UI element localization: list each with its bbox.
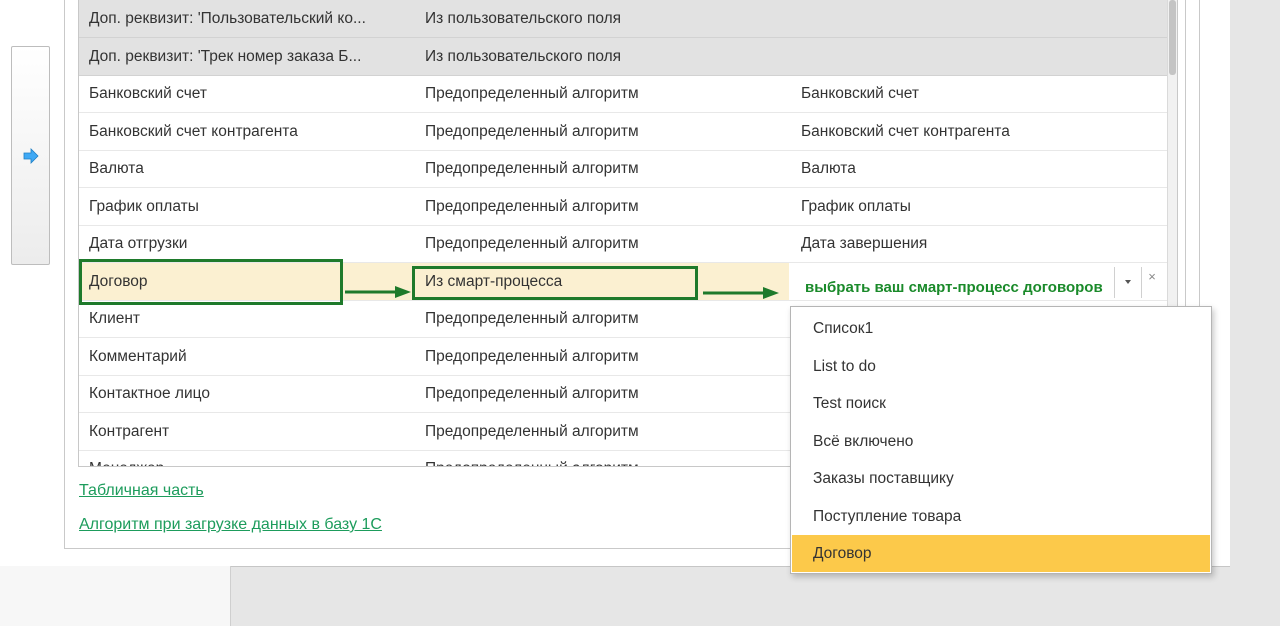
- triangle-down-icon: [1125, 279, 1131, 284]
- source-cell: Предопределенный алгоритм: [425, 160, 639, 177]
- table-row[interactable]: Дата отгрузки Предопределенный алгоритм Да…: [79, 225, 1168, 263]
- source-cell: Предопределенный алгоритм: [425, 385, 639, 402]
- table-row[interactable]: Банковский счет контрагента Предопределен…: [79, 113, 1168, 151]
- arrow-right-icon: [23, 147, 39, 164]
- source-cell: Предопределенный алгоритм: [425, 347, 639, 365]
- source-cell: Предопределенный алгоритм: [425, 197, 639, 215]
- field-cell: Валюта: [89, 160, 144, 177]
- dropdown-option[interactable]: Заказы поставщику: [792, 460, 1210, 497]
- dropdown-option[interactable]: Всё включено: [792, 423, 1210, 460]
- annotation-arrow-1: [345, 286, 411, 298]
- value-cell: Валюта: [801, 160, 856, 177]
- table-row[interactable]: Доп. реквизит: 'Пользовательский ко... Из…: [79, 0, 1168, 38]
- value-cell: [801, 38, 1161, 75]
- source-cell: Из пользовательского поля: [425, 10, 622, 27]
- field-cell: Контактное лицо: [89, 385, 210, 402]
- scrollbar-thumb[interactable]: [1169, 0, 1176, 75]
- dropdown-button[interactable]: [1114, 266, 1142, 298]
- field-cell: Комментарий: [89, 347, 187, 365]
- move-right-button[interactable]: [11, 46, 50, 265]
- clear-icon[interactable]: ×: [1145, 269, 1159, 284]
- smart-process-dropdown: Список1 List to do Test поиск Всё включено З…: [790, 306, 1212, 574]
- table-row[interactable]: Банковский счет Предопределенный алгоритм…: [79, 75, 1168, 113]
- source-cell: Предопределенный алгоритм: [425, 235, 639, 252]
- load-algorithm-link[interactable]: Алгоритм при загрузке данных в базу 1С: [79, 516, 382, 534]
- source-cell: Предопределенный алгоритм: [425, 450, 785, 466]
- source-cell: Предопределенный алгоритм: [425, 310, 639, 327]
- table-row[interactable]: График оплаты Предопределенный алгоритм Гр…: [79, 188, 1168, 226]
- value-cell: Дата завершения: [801, 235, 928, 252]
- value-cell: Банковский счет: [801, 85, 919, 102]
- annotation-box-source: [412, 266, 698, 300]
- table-row[interactable]: Валюта Предопределенный алгоритм Валюта: [79, 150, 1168, 188]
- field-cell: Контрагент: [89, 422, 170, 440]
- dropdown-option[interactable]: Test поиск: [792, 385, 1210, 422]
- bottom-left-panel: [0, 566, 231, 626]
- annotation-arrow-2: [703, 287, 779, 299]
- field-cell: Банковский счет контрагента: [89, 122, 298, 140]
- value-cell: Банковский счет контрагента: [801, 122, 1010, 140]
- field-cell: График оплаты: [89, 197, 199, 215]
- field-cell: Дата отгрузки: [89, 235, 188, 252]
- tabular-part-link[interactable]: Табличная часть: [79, 482, 204, 500]
- dropdown-option[interactable]: Список1: [792, 310, 1210, 347]
- source-cell: Предопределенный алгоритм: [425, 85, 639, 102]
- field-cell: Банковский счет: [89, 85, 207, 102]
- edit-hint-text: выбрать ваш смарт-процесс договоров: [805, 278, 1103, 296]
- field-cell: Доп. реквизит: 'Трек номер заказа Б...: [89, 47, 362, 65]
- dropdown-option[interactable]: List to do: [792, 348, 1210, 385]
- source-cell: Предопределенный алгоритм: [425, 122, 639, 140]
- dropdown-option[interactable]: Договор: [792, 535, 1210, 572]
- field-cell: Менеджер: [89, 450, 404, 466]
- value-cell: [801, 0, 1161, 37]
- table-row[interactable]: Доп. реквизит: 'Трек номер заказа Б... Из…: [79, 37, 1168, 76]
- field-cell: Доп. реквизит: 'Пользовательский ко...: [89, 10, 366, 27]
- value-cell: График оплаты: [801, 197, 911, 215]
- right-margin: [1230, 0, 1280, 626]
- source-cell: Из пользовательского поля: [425, 47, 622, 65]
- source-cell: Предопределенный алгоритм: [425, 422, 639, 440]
- annotation-box-field: [79, 259, 343, 305]
- dropdown-option[interactable]: Поступление товара: [792, 498, 1210, 535]
- smart-process-select-field[interactable]: выбрать ваш смарт-процесс договоров ×: [789, 262, 1167, 300]
- field-cell: Клиент: [89, 310, 141, 327]
